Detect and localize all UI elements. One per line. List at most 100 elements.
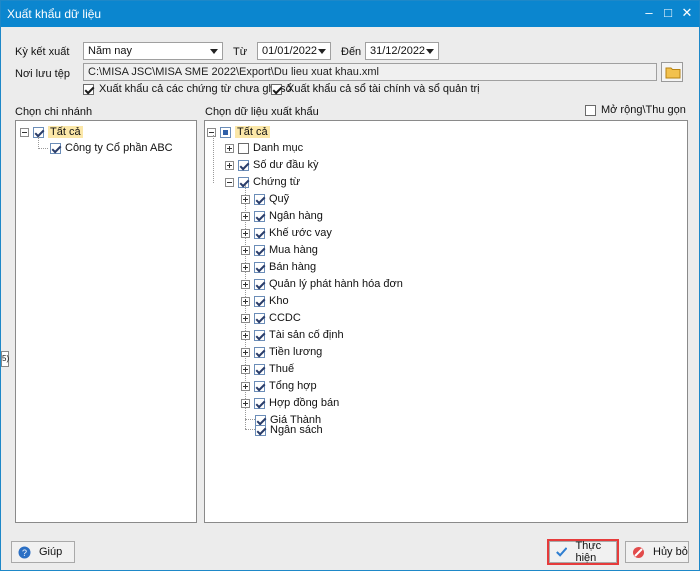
title-bar: Xuất khẩu dữ liệu – □ ✕ [1, 1, 699, 27]
data-child-item[interactable]: Ngân hàng [241, 208, 323, 224]
storage-label: Nơi lưu tệp [15, 68, 70, 80]
collapse-icon[interactable] [207, 127, 216, 137]
expand-icon[interactable] [241, 262, 250, 272]
danh-muc-checkbox[interactable] [238, 142, 249, 154]
expand-collapse-label: Mở rộng\Thu gọn [601, 104, 686, 116]
from-date-value: 01/01/2022 [262, 45, 318, 57]
data-child-item[interactable]: Hợp đồng bán [241, 395, 339, 411]
data-node-danh-muc[interactable]: Danh mục [225, 140, 303, 156]
data-child-item[interactable]: Tiền lương [241, 344, 322, 360]
from-date-field[interactable]: 01/01/2022 [257, 42, 331, 60]
browse-folder-button[interactable] [661, 62, 683, 82]
minimize-icon[interactable]: – [641, 5, 657, 21]
so-du-label: Số dư đầu kỳ [253, 159, 319, 171]
expand-collapse-option[interactable]: Mở rộng\Thu gọn [585, 104, 686, 116]
data-child-checkbox[interactable] [254, 227, 265, 239]
period-label: Kỳ kết xuất [15, 46, 70, 58]
data-child-label: CCDC [269, 312, 301, 324]
storage-path-field[interactable]: C:\MISA JSC\MISA SME 2022\Export\Du lieu… [83, 63, 657, 81]
chevron-down-icon [210, 49, 218, 54]
data-child-checkbox[interactable] [254, 278, 265, 290]
folder-icon [665, 67, 681, 79]
expand-icon[interactable] [241, 398, 250, 408]
data-child-item[interactable]: Kho [241, 293, 289, 309]
branch-root-node[interactable]: Tất cả [20, 124, 83, 140]
data-child-checkbox[interactable] [254, 210, 265, 222]
execute-button[interactable]: Thực hiện [547, 539, 619, 565]
data-child-item[interactable]: Tài sản cố định [241, 327, 344, 343]
data-child-checkbox[interactable] [254, 329, 265, 341]
data-child-item[interactable]: Khế ước vay [241, 225, 332, 241]
data-child-checkbox[interactable] [254, 261, 265, 273]
expand-icon[interactable] [241, 330, 250, 340]
expand-icon[interactable] [241, 313, 250, 323]
data-root-label: Tất cả [235, 126, 270, 138]
export-both-books-option[interactable]: Xuất khẩu cả sổ tài chính và sổ quản trị [271, 83, 480, 95]
data-child-label: Kho [269, 295, 289, 307]
expand-icon[interactable] [225, 160, 234, 170]
cancel-button[interactable]: Hủy bỏ [625, 541, 689, 563]
maximize-icon[interactable]: □ [660, 5, 676, 21]
expand-icon[interactable] [241, 347, 250, 357]
data-child-item[interactable]: Mua hàng [241, 242, 318, 258]
expand-icon[interactable] [241, 364, 250, 374]
data-child-item[interactable]: Thuế [241, 361, 294, 377]
data-child-checkbox[interactable] [254, 193, 265, 205]
data-child-label: Khế ước vay [269, 227, 332, 239]
expand-collapse-checkbox[interactable] [585, 104, 596, 116]
expand-icon[interactable] [241, 228, 250, 238]
export-unposted-checkbox[interactable] [83, 83, 94, 95]
chung-tu-checkbox[interactable] [238, 176, 249, 188]
data-section-label: Chọn dữ liệu xuất khẩu [205, 106, 319, 118]
export-both-books-checkbox[interactable] [271, 83, 282, 95]
side-collapse-tab[interactable]: 5) [1, 351, 9, 367]
data-child-item[interactable]: Ngân sách [255, 422, 323, 438]
expand-icon[interactable] [225, 143, 234, 153]
data-node-chung-tu[interactable]: Chứng từ [225, 174, 300, 190]
branch-item[interactable]: Công ty Cổ phần ABC [50, 140, 173, 156]
help-button-label: Giúp [39, 546, 63, 558]
period-select[interactable]: Năm nay [83, 42, 223, 60]
collapse-icon[interactable] [20, 127, 29, 137]
data-child-checkbox[interactable] [254, 363, 265, 375]
expand-icon[interactable] [241, 211, 250, 221]
data-node-so-du[interactable]: Số dư đầu kỳ [225, 157, 318, 173]
data-child-label: Thuế [269, 363, 295, 375]
to-date-field[interactable]: 31/12/2022 [365, 42, 439, 60]
expand-icon[interactable] [241, 381, 250, 391]
close-icon[interactable]: ✕ [679, 5, 695, 21]
data-child-checkbox[interactable] [254, 397, 265, 409]
export-unposted-label: Xuất khẩu cả các chứng từ chưa ghi sổ [99, 83, 292, 95]
export-unposted-option[interactable]: Xuất khẩu cả các chứng từ chưa ghi sổ [83, 83, 292, 95]
help-button[interactable]: ? Giúp [11, 541, 75, 563]
data-child-checkbox[interactable] [254, 312, 265, 324]
data-child-item[interactable]: Tổng hợp [241, 378, 317, 394]
collapse-icon[interactable] [225, 177, 234, 187]
branch-root-checkbox[interactable] [33, 126, 44, 138]
data-child-item[interactable]: Quản lý phát hành hóa đơn [241, 276, 403, 292]
data-child-label: Ngân sách [270, 424, 323, 436]
data-child-checkbox[interactable] [254, 244, 265, 256]
branch-item-checkbox[interactable] [50, 142, 61, 154]
data-child-checkbox[interactable] [254, 346, 265, 358]
checkmark-icon [556, 547, 568, 557]
data-child-item[interactable]: CCDC [241, 310, 301, 326]
data-child-checkbox[interactable] [254, 380, 265, 392]
tree-connector [213, 135, 214, 183]
expand-icon[interactable] [241, 296, 250, 306]
data-child-checkbox[interactable] [255, 424, 266, 436]
so-du-checkbox[interactable] [238, 159, 249, 171]
expand-icon[interactable] [241, 279, 250, 289]
data-child-label: Tài sản cố định [269, 329, 344, 341]
from-label: Từ [233, 46, 248, 58]
expand-icon[interactable] [241, 194, 250, 204]
data-child-label: Tiền lương [269, 346, 323, 358]
data-root-checkbox[interactable] [220, 126, 231, 138]
data-root-node[interactable]: Tất cả [207, 124, 270, 140]
expand-icon[interactable] [241, 245, 250, 255]
data-tree-panel: Tất cả Danh mục Số dư đầu kỳ Chứng từ Qu… [204, 120, 688, 523]
data-child-item[interactable]: Bán hàng [241, 259, 316, 275]
data-child-item[interactable]: Quỹ [241, 191, 289, 207]
data-child-checkbox[interactable] [254, 295, 265, 307]
cancel-button-label: Hủy bỏ [653, 546, 688, 558]
